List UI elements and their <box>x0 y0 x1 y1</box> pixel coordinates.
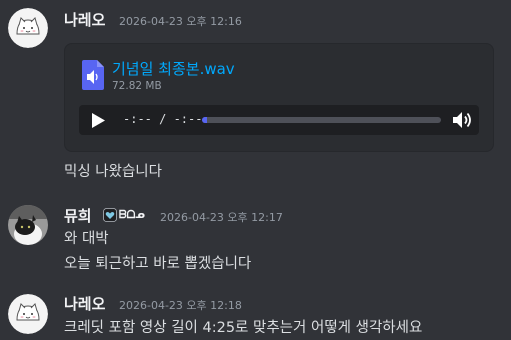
play-icon[interactable] <box>90 112 106 133</box>
audio-attachment: 기념일 최종본.wav 72.82 MB -:-- / -:-- <box>64 43 494 152</box>
author-name[interactable]: 뮤희 <box>64 205 92 226</box>
progress-fill <box>202 117 207 123</box>
time-display: -:-- / -:-- <box>123 112 203 126</box>
file-name-link[interactable]: 기념일 최종본.wav <box>112 58 235 79</box>
avatar[interactable] <box>8 205 48 245</box>
message-text: 크레딧 포함 영상 길이 4:25로 맞추는거 어떻게 생각하세요 <box>64 320 423 336</box>
heart-icon <box>103 208 117 222</box>
author-name[interactable]: 나레오 <box>64 9 105 30</box>
file-size: 72.82 MB <box>112 80 162 92</box>
timestamp: 2026-04-23 오후 12:16 <box>119 15 242 28</box>
timestamp: 2026-04-23 오후 12:17 <box>160 211 283 224</box>
message-text: 와 대박 <box>64 231 109 247</box>
message-text: 믹싱 나왔습니다 <box>64 164 162 180</box>
author-name[interactable]: 나레오 <box>64 293 105 314</box>
profile-badge[interactable]: ᗷᗝᓄ <box>103 207 145 223</box>
progress-bar[interactable] <box>202 117 441 123</box>
timestamp: 2026-04-23 오후 12:18 <box>119 299 242 312</box>
avatar[interactable] <box>8 8 48 48</box>
audio-file-icon <box>82 60 104 94</box>
audio-player: -:-- / -:-- <box>79 105 479 135</box>
volume-icon[interactable] <box>451 110 473 134</box>
badge-tag: ᗷᗝᓄ <box>119 208 146 221</box>
chat-message-list: 나레오 2026-04-23 오후 12:16 기념일 최종본.wav 72.8… <box>0 0 511 340</box>
avatar[interactable] <box>8 294 48 334</box>
message-text: 오늘 퇴근하고 바로 뽑겠습니다 <box>64 256 252 272</box>
